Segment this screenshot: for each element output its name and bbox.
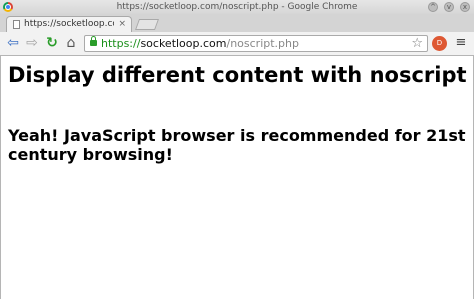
tab-label: https://socketloop.co <box>24 19 114 29</box>
forward-button[interactable]: ⇨ <box>24 35 40 51</box>
url-scheme: https:// <box>101 37 141 50</box>
url-path: /noscript.php <box>226 37 300 50</box>
duckduckgo-extension-icon[interactable]: D <box>432 36 447 51</box>
url-host: socketloop.com <box>140 37 227 50</box>
back-button[interactable]: ⇦ <box>5 35 21 51</box>
page-icon <box>13 20 20 29</box>
minimize-button[interactable]: ^ <box>428 2 438 12</box>
window-title: https://socketloop.com/noscript.php - Go… <box>116 2 358 12</box>
window-titlebar: https://socketloop.com/noscript.php - Go… <box>0 0 474 14</box>
tab-close-button[interactable]: × <box>118 17 126 32</box>
home-button[interactable]: ⌂ <box>63 35 79 51</box>
browser-toolbar: ⇦ ⇨ ↻ ⌂ https://socketloop.com/noscript.… <box>0 32 474 56</box>
tab-active[interactable]: https://socketloop.co × <box>6 16 132 32</box>
tab-strip: https://socketloop.co × <box>0 14 474 32</box>
maximize-button[interactable]: v <box>444 2 454 12</box>
new-tab-button[interactable] <box>134 19 160 30</box>
bookmark-star-icon[interactable]: ☆ <box>411 36 423 51</box>
address-bar[interactable]: https://socketloop.com/noscript.php ☆ <box>84 35 428 52</box>
page-heading: Display different content with noscript <box>8 63 467 87</box>
url-text: https://socketloop.com/noscript.php <box>101 36 299 51</box>
menu-icon[interactable]: ≡ <box>455 35 467 51</box>
page-subheading: Yeah! JavaScript browser is recommended … <box>8 126 466 164</box>
page-content: Display different content with noscript … <box>0 56 474 299</box>
close-window-button[interactable]: x <box>460 2 470 12</box>
reload-button[interactable]: ↻ <box>44 35 60 51</box>
lock-icon <box>90 36 97 46</box>
